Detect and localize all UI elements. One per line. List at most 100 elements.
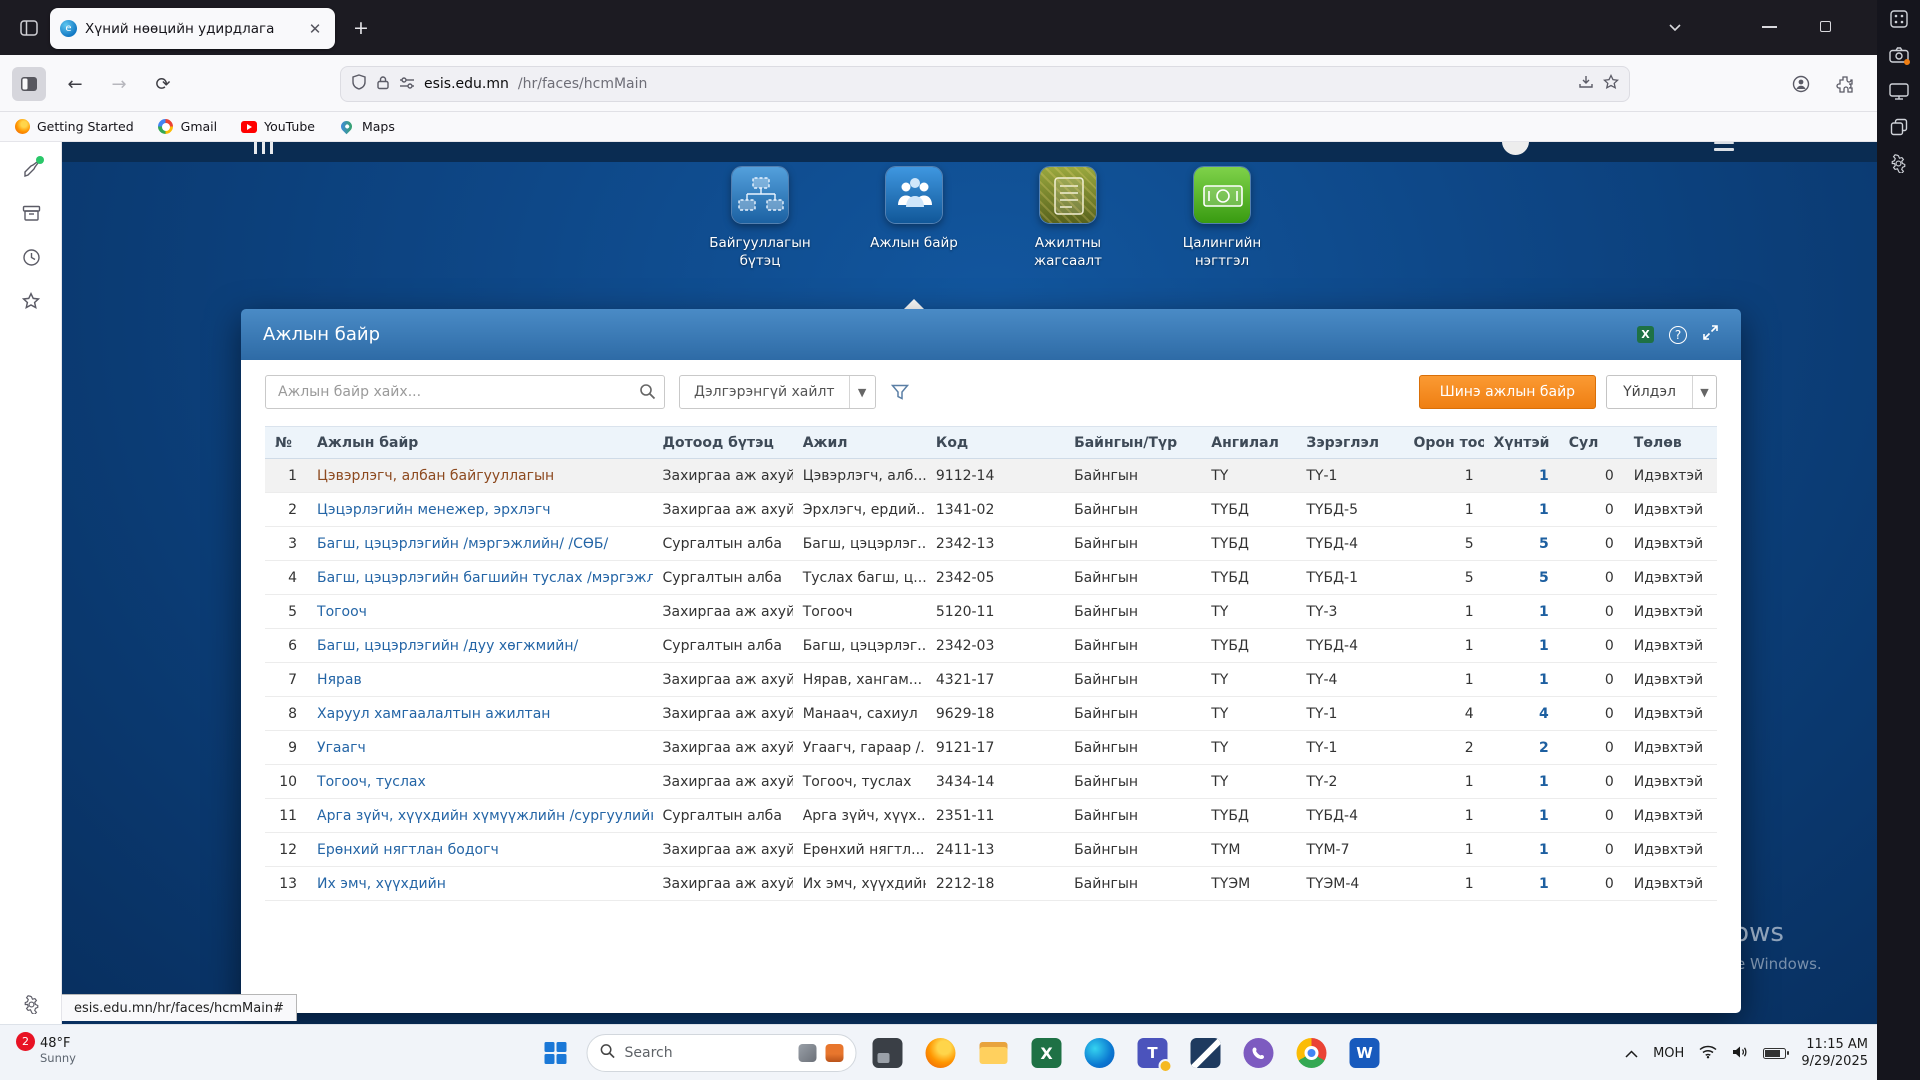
account-icon[interactable] (1784, 67, 1818, 101)
job-position-link[interactable]: Нярав (317, 672, 362, 688)
teams-icon[interactable]: T (1131, 1031, 1175, 1075)
column-header[interactable]: Төлөв (1624, 427, 1717, 459)
volume-icon[interactable] (1732, 1044, 1748, 1063)
permissions-icon[interactable] (399, 75, 415, 94)
occupied-count-link[interactable]: 1 (1539, 502, 1549, 518)
bookmark-maps[interactable]: Maps (339, 119, 395, 135)
table-row[interactable]: 2Цэцэрлэгийн менежер, эрхлэгчЗахиргаа аж… (265, 493, 1717, 527)
sidebar-extension-icon[interactable] (13, 151, 49, 187)
occupied-count-link[interactable]: 1 (1539, 672, 1549, 688)
bookmark-youtube[interactable]: YouTube (241, 119, 315, 135)
camera-icon[interactable] (1888, 44, 1910, 66)
firefox-icon[interactable] (919, 1031, 963, 1075)
window-maximize-button[interactable] (1820, 21, 1831, 32)
sidebar-bookmarks-icon[interactable] (13, 283, 49, 319)
tab-close-icon[interactable]: ✕ (305, 19, 325, 39)
monitor-icon[interactable] (1888, 80, 1910, 102)
search-input[interactable] (265, 375, 665, 409)
table-row[interactable]: 12Ерөнхий нягтлан бодогчЗахиргаа аж ахуй… (265, 833, 1717, 867)
job-position-link[interactable]: Цэвэрлэгч, албан байгууллагын (317, 468, 554, 484)
battery-icon[interactable] (1763, 1048, 1786, 1059)
job-position-link[interactable]: Харуул хамгаалалтын ажилтан (317, 706, 550, 722)
grid-icon[interactable] (1888, 8, 1910, 30)
expand-icon[interactable] (1702, 324, 1719, 345)
occupied-count-link[interactable]: 1 (1539, 468, 1549, 484)
notepad-icon[interactable] (1184, 1031, 1228, 1075)
start-button[interactable] (534, 1031, 578, 1075)
job-position-link[interactable]: Ерөнхий нягтлан бодогч (317, 842, 499, 858)
sidebar-archive-icon[interactable] (13, 195, 49, 231)
occupied-count-link[interactable]: 5 (1539, 570, 1549, 586)
nav-tile-employee-list[interactable]: Ажилтны жагсаалт (1009, 166, 1127, 270)
viber-icon[interactable] (1237, 1031, 1281, 1075)
bookmark-getting-started[interactable]: Getting Started (14, 119, 134, 135)
table-row[interactable]: 11Арга зүйч, хүүхдийн хүмүүжлийн /сургуу… (265, 799, 1717, 833)
tray-chevron-up-icon[interactable] (1625, 1044, 1638, 1063)
column-header[interactable]: Дотоод бүтэц (653, 427, 793, 459)
job-position-link[interactable]: Цэцэрлэгийн менежер, эрхлэгч (317, 502, 551, 518)
back-button[interactable]: ← (58, 67, 92, 101)
advanced-search-dropdown[interactable]: Дэлгэрэнгүй хайлт ▼ (679, 375, 876, 409)
search-highlight-icon-2[interactable] (826, 1044, 844, 1062)
tab-list-chevron-icon[interactable] (1662, 16, 1688, 42)
firefox-view-icon[interactable] (14, 13, 44, 43)
new-tab-button[interactable]: + (347, 15, 375, 43)
job-position-link[interactable]: Багш, цэцэрлэгийн /дуу хөгжмийн/ (317, 638, 578, 654)
occupied-count-link[interactable]: 1 (1539, 604, 1549, 620)
column-header[interactable]: № (265, 427, 307, 459)
excel-icon[interactable]: X (1025, 1031, 1069, 1075)
column-header[interactable]: Зэрэглэл (1296, 427, 1403, 459)
nav-tile-job-positions[interactable]: Ажлын байр (855, 166, 973, 270)
table-row[interactable]: 3Багш, цэцэрлэгийн /мэргэжлийн/ /СӨБ/Сур… (265, 527, 1717, 561)
copy-icon[interactable] (1888, 116, 1910, 138)
wifi-icon[interactable] (1699, 1044, 1717, 1063)
table-row[interactable]: 4Багш, цэцэрлэгийн багшийн туслах /мэргэ… (265, 561, 1717, 595)
taskbar-clock[interactable]: 11:15 AM 9/29/2025 (1801, 1036, 1868, 1070)
table-row[interactable]: 9УгаагчЗахиргаа аж ахуйУгаагч, гараар /.… (265, 731, 1717, 765)
table-row[interactable]: 6Багш, цэцэрлэгийн /дуу хөгжмийн/Сургалт… (265, 629, 1717, 663)
search-highlight-icon[interactable] (799, 1044, 817, 1062)
lock-icon[interactable] (376, 75, 390, 94)
column-header[interactable]: Ангилал (1201, 427, 1296, 459)
column-header[interactable]: Хүнтэй (1484, 427, 1559, 459)
photos-app-icon[interactable] (866, 1031, 910, 1075)
table-row[interactable]: 1Цэвэрлэгч, албан байгууллагынЗахиргаа а… (265, 459, 1717, 493)
chrome-icon[interactable] (1290, 1031, 1334, 1075)
occupied-count-link[interactable]: 4 (1539, 706, 1549, 722)
table-row[interactable]: 10Тогооч, туслахЗахиргаа аж ахуйТогооч, … (265, 765, 1717, 799)
save-page-icon[interactable] (1578, 74, 1594, 94)
forward-button[interactable]: → (102, 67, 136, 101)
tracking-shield-icon[interactable] (351, 74, 367, 94)
nav-tile-salary-summary[interactable]: Цалингийн нэгтгэл (1163, 166, 1281, 270)
table-row[interactable]: 5ТогоочЗахиргаа аж ахуйТогооч5120-11Байн… (265, 595, 1717, 629)
table-row[interactable]: 7НяравЗахиргаа аж ахуйНярав, хангам...43… (265, 663, 1717, 697)
menu-icon[interactable] (1714, 142, 1734, 155)
occupied-count-link[interactable]: 1 (1539, 638, 1549, 654)
occupied-count-link[interactable]: 1 (1539, 876, 1549, 892)
weather-widget[interactable]: 2 48°F Sunny (10, 1029, 86, 1077)
job-position-link[interactable]: Угаагч (317, 740, 366, 756)
column-header[interactable]: Сул (1559, 427, 1624, 459)
new-job-position-button[interactable]: Шинэ ажлын байр (1419, 375, 1596, 409)
table-row[interactable]: 8Харуул хамгаалалтын ажилтанЗахиргаа аж … (265, 697, 1717, 731)
occupied-count-link[interactable]: 1 (1539, 842, 1549, 858)
nav-tile-org-structure[interactable]: Байгууллагын бүтэц (701, 166, 819, 270)
actions-dropdown[interactable]: Үйлдэл ▼ (1606, 375, 1717, 409)
word-icon[interactable]: W (1343, 1031, 1387, 1075)
edge-icon[interactable] (1078, 1031, 1122, 1075)
occupied-count-link[interactable]: 1 (1539, 808, 1549, 824)
language-indicator[interactable]: МОН (1653, 1046, 1684, 1061)
excel-export-icon[interactable]: X (1637, 326, 1654, 343)
bookmark-star-icon[interactable] (1603, 74, 1619, 94)
column-header[interactable]: Байнгын/Түр (1064, 427, 1201, 459)
table-row[interactable]: 13Их эмч, хүүхдийнЗахиргаа аж ахуйИх эмч… (265, 867, 1717, 901)
occupied-count-link[interactable]: 5 (1539, 536, 1549, 552)
help-icon[interactable]: ? (1669, 326, 1687, 344)
browser-tab[interactable]: e Хүний нөөцийн удирдлага ✕ (50, 8, 335, 49)
window-minimize-button[interactable] (1762, 26, 1777, 28)
job-position-link[interactable]: Арга зүйч, хүүхдийн хүмүүжлийн /сургуули… (317, 808, 652, 824)
search-icon[interactable] (639, 383, 656, 404)
filter-button[interactable] (884, 375, 916, 409)
column-header[interactable]: Ажил (793, 427, 926, 459)
sidebar-history-icon[interactable] (13, 239, 49, 275)
